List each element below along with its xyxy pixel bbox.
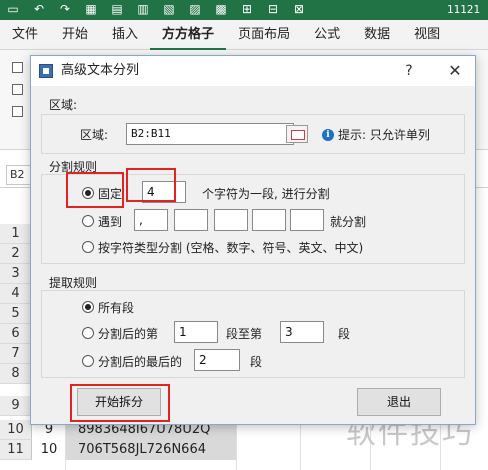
close-button[interactable]: ✕ <box>445 56 465 86</box>
radio-by-type[interactable] <box>82 241 94 253</box>
row-header[interactable]: 2 <box>0 244 32 264</box>
help-button[interactable]: ? <box>399 56 419 86</box>
row-header[interactable]: 11 <box>0 440 32 460</box>
toolbar-icon[interactable]: ⊞ <box>240 2 254 16</box>
delimiter-input[interactable] <box>252 209 286 231</box>
row-header[interactable]: 10 <box>0 420 32 440</box>
excel-title-bar: ▭ ↶ ↷ ▦ ▤ ▥ ▧ ▨ ▩ ⊞ ⊟ ⊠ 11121 <box>0 0 488 20</box>
tab-formulas[interactable]: 公式 <box>302 20 352 50</box>
ribbon-tabs: 文件 开始 插入 方方格子 页面布局 公式 数据 视图 <box>0 20 488 50</box>
save-icon[interactable]: ▭ <box>6 2 20 16</box>
exit-button[interactable]: 退出 <box>357 388 441 416</box>
row-header[interactable]: 1 <box>0 224 32 244</box>
toolbar-icon[interactable]: ▤ <box>110 2 124 16</box>
tab-page-layout[interactable]: 页面布局 <box>226 20 302 50</box>
table-cell[interactable]: 706T568JL726N664 <box>66 440 236 460</box>
meet-suffix: 就分割 <box>330 215 367 229</box>
toolbar-icon[interactable]: ⊠ <box>292 2 306 16</box>
segment-to-input[interactable]: 3 <box>280 321 324 343</box>
redo-icon[interactable]: ↷ <box>58 2 72 16</box>
row-header[interactable]: 3 <box>0 264 32 284</box>
row-header[interactable]: 8 <box>0 364 32 384</box>
all-segments-label: 所有段 <box>98 301 135 315</box>
tab-view[interactable]: 视图 <box>402 20 452 50</box>
segment-from-input[interactable]: 1 <box>174 321 218 343</box>
info-icon: i <box>322 129 334 141</box>
delimiter-input[interactable]: , <box>134 209 168 231</box>
row-header[interactable]: 5 <box>0 304 32 324</box>
region-label: 区域: <box>80 128 109 142</box>
delimiter-input[interactable] <box>174 209 208 231</box>
title-number: 11121 <box>446 3 480 16</box>
ribbon-checkbox[interactable] <box>12 62 23 73</box>
delimiter-input[interactable] <box>214 209 248 231</box>
row-header[interactable]: 7 <box>0 344 32 364</box>
tab-fangfangegezi[interactable]: 方方格子 <box>150 20 227 50</box>
radio-meet[interactable] <box>82 215 94 227</box>
after-mid-label: 段至第 <box>226 327 263 341</box>
after-suffix: 段 <box>338 327 351 341</box>
toolbar-icon[interactable]: ▥ <box>136 2 150 16</box>
tab-insert[interactable]: 插入 <box>100 20 150 50</box>
advanced-text-split-dialog: 高级文本分列 ? ✕ 区域: 区域: B2:B11 i 提示: 只允许单列 分割… <box>30 55 476 425</box>
last-label: 分割后的最后的 <box>98 355 183 369</box>
tab-home[interactable]: 开始 <box>50 20 100 50</box>
after-label: 分割后的第 <box>98 327 159 341</box>
region-input[interactable]: B2:B11 <box>126 123 294 145</box>
range-select-icon[interactable] <box>286 125 308 143</box>
toolbar-icon[interactable]: ▩ <box>214 2 228 16</box>
last-suffix: 段 <box>250 355 263 369</box>
app-icon <box>39 64 53 78</box>
meet-label: 遇到 <box>98 215 123 229</box>
toolbar-icon[interactable]: ⊟ <box>266 2 280 16</box>
ribbon-checkbox[interactable] <box>12 84 23 95</box>
radio-last-segments[interactable] <box>82 355 94 367</box>
highlight-fixed-input <box>126 168 176 202</box>
highlight-fixed-radio <box>66 172 124 208</box>
tab-file[interactable]: 文件 <box>0 20 50 50</box>
toolbar-icon[interactable]: ▦ <box>84 2 98 16</box>
name-box[interactable]: B2 <box>6 165 32 185</box>
radio-segment-range[interactable] <box>82 327 94 339</box>
row-header[interactable]: 9 <box>0 396 32 416</box>
fixed-suffix: 个字符为一段, 进行分割 <box>202 187 330 201</box>
undo-icon[interactable]: ↶ <box>32 2 46 16</box>
row-header[interactable]: 4 <box>0 284 32 304</box>
last-count-input[interactable]: 2 <box>194 349 240 371</box>
delimiter-input[interactable] <box>290 209 324 231</box>
row-header[interactable]: 6 <box>0 324 32 344</box>
highlight-start-button <box>70 384 170 422</box>
toolbar-icon[interactable]: ▧ <box>162 2 176 16</box>
region-group: 区域: B2:B11 i 提示: 只允许单列 <box>41 114 465 154</box>
dialog-title: 高级文本分列 <box>61 63 140 78</box>
extract-rule-group: 所有段 分割后的第 1 段至第 3 段 分割后的最后的 2 段 <box>41 290 465 378</box>
table-cell[interactable]: 10 <box>33 440 65 460</box>
region-group-title: 区域: <box>49 98 78 112</box>
tab-data[interactable]: 数据 <box>352 20 402 50</box>
toolbar-icon[interactable]: ▨ <box>188 2 202 16</box>
ribbon-checkbox[interactable] <box>12 106 23 117</box>
radio-all-segments[interactable] <box>82 301 94 313</box>
region-hint: 提示: 只允许单列 <box>338 128 430 142</box>
extract-rule-title: 提取规则 <box>49 276 98 290</box>
by-type-label: 按字符类型分割 (空格、数字、符号、英文、中文) <box>98 241 364 255</box>
